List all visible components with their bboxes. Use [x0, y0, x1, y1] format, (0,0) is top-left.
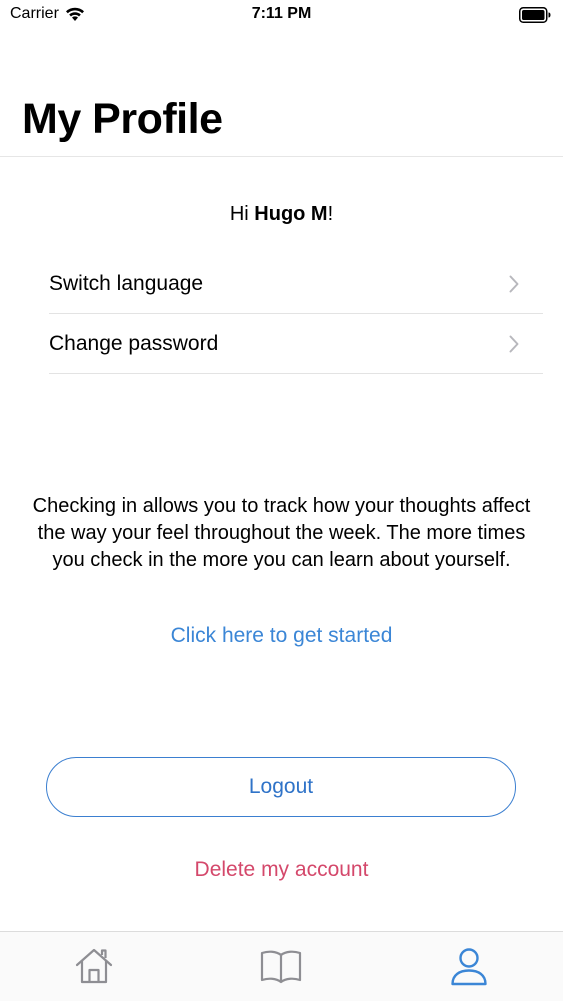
status-bar: Carrier 7:11 PM [0, 0, 563, 30]
tab-profile[interactable] [447, 944, 491, 988]
greeting: Hi Hugo M! [0, 203, 563, 226]
menu-item-switch-language[interactable]: Switch language [49, 254, 543, 314]
greeting-suffix: ! [327, 203, 334, 225]
home-icon [75, 948, 113, 984]
menu-item-label: Switch language [49, 271, 204, 295]
greeting-prefix: Hi [229, 203, 255, 225]
person-icon [451, 948, 487, 986]
tab-bar [0, 931, 563, 1001]
status-time: 7:11 PM [251, 5, 312, 22]
get-started-link[interactable]: Click here to get started [0, 624, 563, 648]
chevron-right-icon [509, 335, 519, 353]
user-name: Hugo M [254, 203, 328, 225]
battery-icon [519, 7, 551, 28]
tab-journal[interactable] [259, 944, 303, 988]
delete-account-link[interactable]: Delete my account [0, 858, 563, 882]
tab-home[interactable] [72, 944, 116, 988]
logout-button[interactable]: Logout [46, 757, 516, 817]
menu-item-change-password[interactable]: Change password [49, 314, 543, 374]
chevron-right-icon [509, 275, 519, 293]
header-divider [0, 156, 563, 157]
page-title: My Profile [22, 95, 223, 143]
check-in-description: Checking in allows you to track how your… [32, 495, 531, 571]
menu-item-label: Change password [49, 331, 219, 355]
book-icon [260, 950, 302, 984]
settings-menu: Switch language Change password [49, 254, 543, 374]
